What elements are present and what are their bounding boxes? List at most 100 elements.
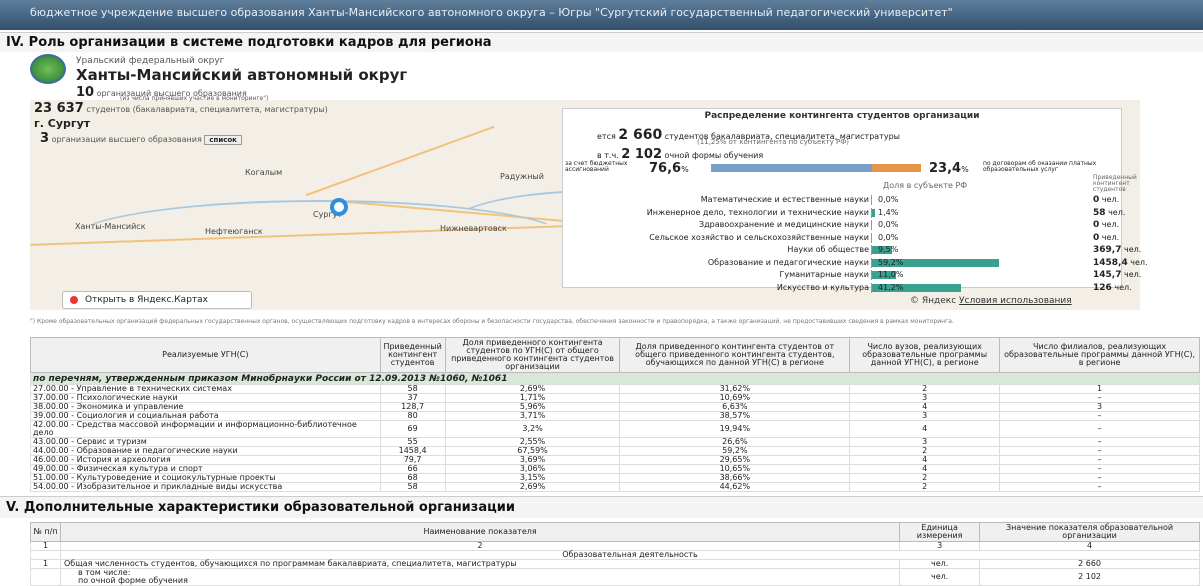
table-row: 27.00.00 - Управление в технических сист…: [30, 384, 1200, 394]
distribution-title: Распределение контингента студентов орга…: [704, 111, 980, 121]
row-name: в том числе: по очной форме обучения: [59, 568, 901, 586]
region-name: Ханты-Мансийский автономный округ: [76, 66, 408, 84]
budget-share: 76,6%: [649, 161, 689, 176]
list-button[interactable]: список: [204, 135, 242, 145]
table-cell: 3,2%: [444, 420, 621, 438]
dist-bar-pct: 11,0%: [878, 270, 904, 279]
th-value: Значение показателя образовательной орга…: [979, 522, 1200, 542]
col-index: 2: [59, 541, 901, 551]
table-row: в том числе: по очной форме обучения чел.…: [30, 568, 1200, 586]
dist-bar-pct: 0,0%: [878, 195, 899, 204]
table-cell: 19,94%: [619, 420, 851, 438]
dist-row-bar: 0,0%: [871, 220, 1086, 230]
dist-row-count: 145,7 чел.: [1093, 270, 1142, 280]
th-univ-count: Число вузов, реализующих образовательные…: [849, 337, 1001, 373]
table-row: 1 Общая численность студентов, обучающих…: [30, 559, 1200, 569]
row-value: 2 660: [979, 559, 1200, 569]
yandex-legal: © Яндекс Условия использования: [910, 296, 1072, 306]
table-cell: –: [999, 420, 1200, 438]
dist-bar-pct: 1,4%: [878, 207, 899, 217]
dist-row-bar: 9,5%: [871, 245, 1086, 255]
dist-row-bar: 59,2%: [871, 257, 1086, 268]
th-ugn: Реализуемые УГН(С): [30, 337, 381, 373]
dist-row-label: Математические и естественные науки: [700, 195, 869, 204]
footnote: ") Кроме образовательных организаций фед…: [30, 318, 954, 325]
table-cell: 3: [849, 411, 1001, 421]
table-cell: –: [999, 482, 1200, 492]
dist-row-label: Гуманитарные науки: [779, 270, 869, 279]
dist-row-label: Инженерное дело, технологии и технически…: [646, 207, 869, 217]
dist-row-bar: 0,0%: [871, 195, 1086, 205]
table-cell: 80: [379, 411, 446, 421]
dist-row-count: 0 чел.: [1093, 195, 1120, 205]
th-name: Наименование показателя: [59, 522, 901, 542]
dist-row-bar: 11,0%: [871, 270, 1086, 280]
table-cell: 58: [379, 482, 446, 492]
row-unit: чел.: [899, 559, 981, 569]
dist-bar-pct: 0,0%: [878, 220, 899, 229]
row-num: 1: [30, 559, 61, 569]
map-pin-icon[interactable]: [330, 198, 348, 216]
dist-row-label: Здравоохранение и медицинские науки: [698, 220, 869, 229]
th-num: № п/п: [30, 522, 61, 542]
th-share-org: Доля приведенного контингента студентов …: [444, 337, 621, 373]
dist-bar-pct: 41,2%: [878, 282, 904, 292]
dist-bar-fill: [872, 208, 875, 217]
dist-row-label: Науки об обществе: [787, 245, 869, 254]
row-name: Общая численность студентов, обучающихся…: [59, 559, 901, 569]
ugn-table: Реализуемые УГН(С) Приведенный континген…: [30, 337, 1200, 492]
region-emblem-icon: [30, 54, 66, 84]
federal-district: Уральский федеральный округ: [76, 56, 225, 66]
open-yandex-maps-button[interactable]: Открыть в Яндекс.Картах: [62, 291, 252, 309]
th-contingent: Приведенный контингент студентов: [379, 337, 446, 373]
table-cell: 38,57%: [619, 411, 851, 421]
funding-split-bar: [711, 164, 921, 172]
map-city-raduzhny: Радужный: [500, 172, 544, 181]
section-iv-title: IV. Роль организации в системе подготовк…: [0, 32, 1203, 52]
students-count-line: 23 637 студентов (бакалавриата, специали…: [34, 101, 328, 116]
dist-row-count: 58 чел.: [1093, 207, 1126, 218]
table-cell: 3,71%: [444, 411, 621, 421]
table-cell: –: [999, 411, 1200, 421]
col-share-header: Доля в субъекте РФ: [883, 181, 968, 190]
dist-bar-pct: 59,2%: [878, 257, 904, 267]
dist-row-bar: 0,0%: [871, 232, 1086, 243]
city-name: г. Сургут: [34, 117, 91, 130]
table-cell: 44,62%: [619, 482, 851, 492]
dist-row-label: Сельское хозяйство и сельскохозяйственны…: [649, 232, 869, 242]
table-row: 42.00.00 - Средства массовой информации …: [30, 420, 1200, 438]
contract-label: по договорам об оказании платных образов…: [983, 160, 1097, 173]
dist-row-count: 0 чел.: [1093, 220, 1120, 230]
indicators-table: № п/п Наименование показателя Единица из…: [30, 522, 1201, 586]
table-row: 37.00.00 - Психологические науки 37 1,71% 1…: [30, 393, 1200, 403]
table-cell: 2,69%: [444, 482, 621, 492]
dist-row-label: Искусство и культура: [776, 282, 869, 292]
terms-link[interactable]: Условия использования: [959, 296, 1072, 306]
dist-row-bar: 1,4%: [871, 207, 1086, 218]
dist-row-count: 126 чел.: [1093, 282, 1132, 293]
section-v-title: V. Дополнительные характеристики образов…: [0, 496, 1203, 518]
th-unit: Единица измерения: [899, 522, 981, 542]
dist-row-label: Образование и педагогические науки: [707, 257, 869, 267]
map-city-nizhnevartovsk: Нижневартовск: [440, 224, 507, 233]
map-city-nefteyugansk: Нефтеюганск: [205, 227, 263, 236]
table-group-row: по перечням, утвержденным приказом Миноб…: [30, 372, 1200, 385]
dist-row-count: 1458,4 чел.: [1093, 257, 1148, 268]
distribution-panel: Распределение контингента студентов орга…: [562, 108, 1148, 293]
table-cell: 4: [849, 420, 1001, 438]
table-cell: 69: [379, 420, 446, 438]
th-share-region: Доля приведенного контингента студентов …: [619, 337, 851, 373]
col-index: 3: [899, 541, 981, 551]
contract-share: 23,4%: [929, 161, 969, 176]
dist-row-count: 0 чел.: [1093, 232, 1120, 243]
dist-bar-pct: 0,0%: [878, 232, 899, 242]
th-branch-count: Число филиалов, реализующих образователь…: [999, 337, 1200, 373]
header-banner: бюджетное учреждение высшего образования…: [0, 0, 1203, 30]
dist-bar-pct: 9,5%: [878, 245, 899, 254]
map-city-khanty-mansiysk: Ханты-Мансийск: [75, 222, 146, 231]
city-orgs-line: 3 организации высшего образования список: [40, 131, 242, 146]
col-count-header: Приведенный контингент студентов: [1093, 174, 1137, 193]
col-index: 4: [979, 541, 1200, 551]
row-value: 2 102: [979, 568, 1200, 586]
dist-row-bar: 41,2%: [871, 282, 1086, 293]
